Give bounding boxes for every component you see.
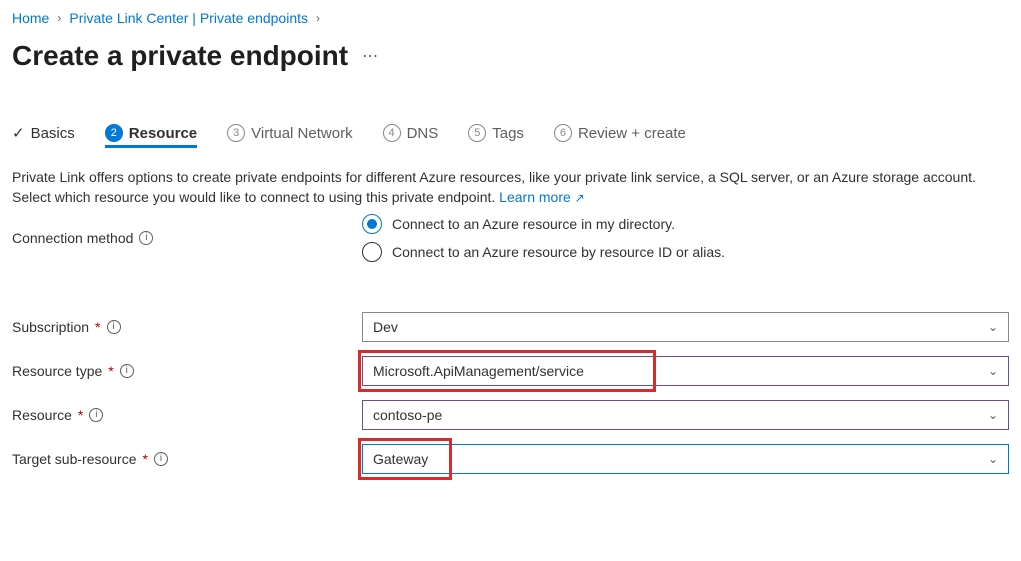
page-title: Create a private endpoint xyxy=(12,40,348,72)
tab-tags[interactable]: 5 Tags xyxy=(468,124,524,148)
tab-label: Basics xyxy=(31,125,75,142)
chevron-down-icon: ⌄ xyxy=(988,452,998,466)
wizard-tabs: ✓ Basics 2 Resource 3 Virtual Network 4 … xyxy=(12,124,1009,149)
tab-basics[interactable]: ✓ Basics xyxy=(12,124,75,148)
chevron-down-icon: ⌄ xyxy=(988,364,998,378)
connection-method-radio-group: Connect to an Azure resource in my direc… xyxy=(362,214,1009,262)
select-value: Gateway xyxy=(373,451,428,467)
check-icon: ✓ xyxy=(12,124,25,142)
info-icon[interactable]: i xyxy=(154,452,168,466)
chevron-right-icon: › xyxy=(316,11,320,25)
breadcrumb-home[interactable]: Home xyxy=(12,10,49,26)
info-icon[interactable]: i xyxy=(139,231,153,245)
step-number: 4 xyxy=(383,124,401,142)
radio-connect-directory[interactable]: Connect to an Azure resource in my direc… xyxy=(362,214,1009,234)
resource-label: Resource xyxy=(12,407,72,423)
subscription-select[interactable]: Dev ⌄ xyxy=(362,312,1009,342)
learn-more-link[interactable]: Learn more ↗ xyxy=(499,189,585,205)
subscription-label: Subscription xyxy=(12,319,89,335)
select-value: Microsoft.ApiManagement/service xyxy=(373,363,584,379)
tab-review-create[interactable]: 6 Review + create xyxy=(554,124,686,148)
select-value: Dev xyxy=(373,319,398,335)
resource-type-label: Resource type xyxy=(12,363,102,379)
target-sub-resource-label: Target sub-resource xyxy=(12,451,137,467)
radio-label: Connect to an Azure resource by resource… xyxy=(392,244,725,260)
tab-label: Virtual Network xyxy=(251,125,352,142)
info-icon[interactable]: i xyxy=(89,408,103,422)
info-icon[interactable]: i xyxy=(107,320,121,334)
step-number: 6 xyxy=(554,124,572,142)
tab-virtual-network[interactable]: 3 Virtual Network xyxy=(227,124,352,148)
resource-select[interactable]: contoso-pe ⌄ xyxy=(362,400,1009,430)
tab-resource[interactable]: 2 Resource xyxy=(105,124,197,148)
tab-dns[interactable]: 4 DNS xyxy=(383,124,439,148)
step-number: 2 xyxy=(105,124,123,142)
chevron-right-icon: › xyxy=(57,11,61,25)
step-number: 5 xyxy=(468,124,486,142)
step-number: 3 xyxy=(227,124,245,142)
required-indicator: * xyxy=(78,407,83,423)
tab-label: DNS xyxy=(407,125,439,142)
breadcrumb-plc[interactable]: Private Link Center | Private endpoints xyxy=(69,10,308,26)
connection-method-label: Connection method xyxy=(12,230,133,246)
chevron-down-icon: ⌄ xyxy=(988,320,998,334)
target-sub-resource-select[interactable]: Gateway ⌄ xyxy=(362,444,1009,474)
chevron-down-icon: ⌄ xyxy=(988,408,998,422)
tab-description: Private Link offers options to create pr… xyxy=(12,167,1009,208)
radio-connect-resource-id[interactable]: Connect to an Azure resource by resource… xyxy=(362,242,1009,262)
info-icon[interactable]: i xyxy=(120,364,134,378)
external-link-icon: ↗ xyxy=(575,191,585,205)
radio-icon xyxy=(362,214,382,234)
breadcrumb: Home › Private Link Center | Private end… xyxy=(12,10,1009,26)
tab-label: Resource xyxy=(129,125,197,142)
select-value: contoso-pe xyxy=(373,407,442,423)
tab-label: Tags xyxy=(492,125,524,142)
required-indicator: * xyxy=(143,451,148,467)
radio-icon xyxy=(362,242,382,262)
required-indicator: * xyxy=(108,363,113,379)
required-indicator: * xyxy=(95,319,100,335)
more-icon[interactable]: ⋯ xyxy=(362,46,381,66)
radio-label: Connect to an Azure resource in my direc… xyxy=(392,216,675,232)
tab-label: Review + create xyxy=(578,125,686,142)
resource-type-select[interactable]: Microsoft.ApiManagement/service ⌄ xyxy=(362,356,1009,386)
